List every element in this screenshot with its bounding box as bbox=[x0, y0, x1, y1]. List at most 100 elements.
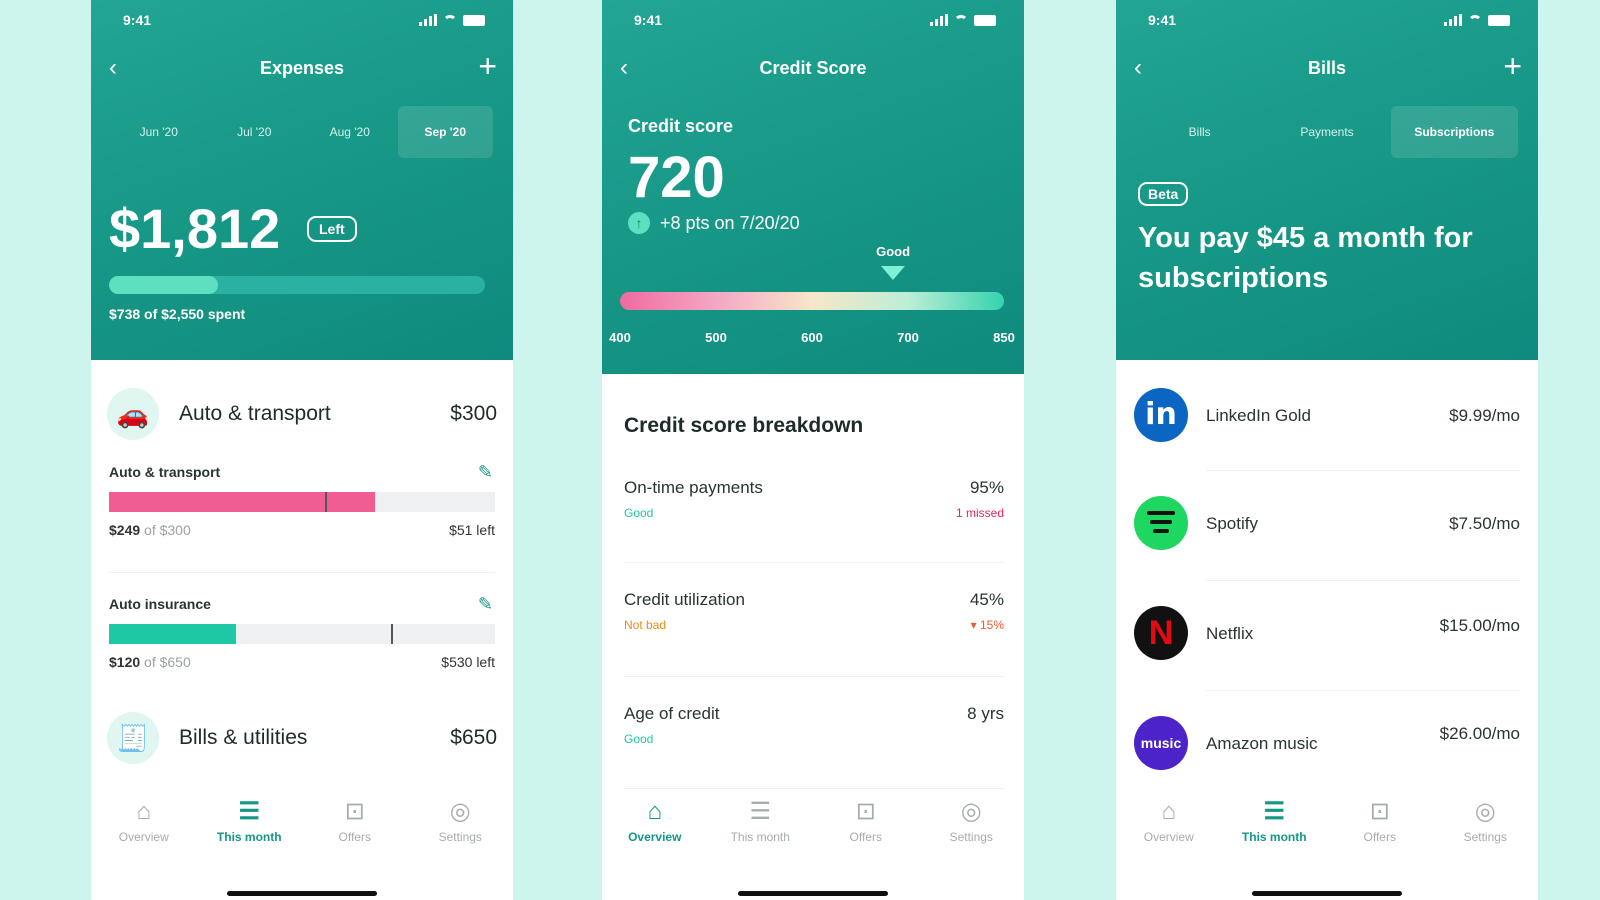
tab-month[interactable]: Jun '20 bbox=[111, 106, 207, 158]
breakdown-row[interactable]: Credit utilization 45% Not bad ▾ 15% bbox=[624, 590, 1004, 680]
battery-icon bbox=[463, 14, 485, 26]
tick-label: 600 bbox=[801, 330, 823, 345]
subcategory-spent: $120 of $650 bbox=[109, 654, 191, 670]
amazon-music-logo-icon: music bbox=[1134, 716, 1188, 770]
tab-this-month[interactable]: ☰ This month bbox=[1222, 798, 1328, 858]
bills-tabs: Bills Payments Subscriptions bbox=[1136, 106, 1518, 158]
home-indicator bbox=[227, 891, 377, 896]
home-icon: ⌂ bbox=[136, 798, 152, 825]
category-amount: $650 bbox=[450, 726, 497, 749]
budget-progress-bar bbox=[109, 276, 485, 294]
tab-label: Settings bbox=[949, 830, 993, 844]
divider bbox=[1206, 690, 1520, 691]
tab-month-selected[interactable]: Sep '20 bbox=[397, 106, 493, 158]
score-change: ↑ +8 pts on 7/20/20 bbox=[628, 212, 800, 234]
tab-label: Overview bbox=[628, 830, 682, 844]
month-tabs: Jun '20 Jul '20 Aug '20 Sep '20 bbox=[111, 106, 493, 158]
home-icon: ⌂ bbox=[1161, 798, 1177, 825]
breakdown-title: Credit score breakdown bbox=[624, 414, 864, 437]
home-indicator bbox=[1252, 891, 1402, 896]
tab-overview[interactable]: ⌂ Overview bbox=[602, 798, 708, 858]
add-icon[interactable]: + bbox=[1503, 48, 1522, 85]
tab-this-month[interactable]: ☰ This month bbox=[197, 798, 303, 858]
tab-payments[interactable]: Payments bbox=[1263, 106, 1390, 158]
budget-marker bbox=[325, 492, 328, 512]
bottom-tab-bar: ⌂ Overview ☰ This month ⊡ Offers ◎ Settings bbox=[1116, 798, 1538, 858]
battery-icon bbox=[974, 14, 996, 26]
linkedin-logo-icon: in bbox=[1134, 388, 1188, 442]
category-row[interactable]: 🧾 Bills & utilities $650 bbox=[107, 712, 497, 766]
nav-bar: ‹ Expenses + bbox=[91, 48, 513, 84]
subcategory-bar-fill bbox=[109, 624, 237, 644]
tab-offers[interactable]: ⊡ Offers bbox=[302, 798, 408, 858]
factor-name: On-time payments bbox=[624, 478, 763, 497]
expenses-screen: 9:41 ‹ Expenses + Jun '20 Jul '20 Aug '2… bbox=[91, 0, 513, 900]
add-icon[interactable]: + bbox=[478, 48, 497, 85]
divider bbox=[624, 676, 1004, 677]
arrow-up-icon: ↑ bbox=[628, 212, 650, 234]
status-icons bbox=[419, 14, 485, 26]
nav-bar: ‹ Credit Score bbox=[602, 52, 1024, 82]
bills-screen: 9:41 ‹ Bills + Bills Payments Subscripti… bbox=[1116, 0, 1538, 900]
breakdown-row[interactable]: Age of credit 8 yrs Good bbox=[624, 704, 1004, 794]
factor-grade: Not bad bbox=[624, 618, 667, 632]
tab-bills[interactable]: Bills bbox=[1136, 106, 1263, 158]
tab-overview[interactable]: ⌂ Overview bbox=[91, 798, 197, 858]
factor-grade: Good bbox=[624, 732, 654, 746]
subscriptions-headline: You pay $45 a month for subscriptions bbox=[1138, 222, 1473, 294]
factor-name: Credit utilization bbox=[624, 590, 745, 609]
tab-settings[interactable]: ◎ Settings bbox=[1433, 798, 1539, 858]
spotify-waves bbox=[1146, 511, 1176, 535]
category-amount: $300 bbox=[450, 402, 497, 425]
category-name: Bills & utilities bbox=[179, 726, 308, 749]
subscription-row[interactable]: music Amazon music $26.00/mo bbox=[1134, 716, 1520, 776]
subscription-row[interactable]: Spotify $7.50/mo bbox=[1134, 496, 1520, 556]
home-indicator bbox=[738, 891, 888, 896]
tick-label: 700 bbox=[897, 330, 919, 345]
settings-icon: ◎ bbox=[449, 798, 471, 825]
subscription-row[interactable]: in LinkedIn Gold $9.99/mo bbox=[1134, 388, 1520, 448]
status-bar: 9:41 bbox=[123, 12, 485, 28]
status-icons bbox=[930, 14, 996, 26]
left-badge: Left bbox=[307, 216, 357, 242]
tab-subscriptions[interactable]: Subscriptions bbox=[1390, 106, 1518, 158]
bottom-tab-bar: ⌂ Overview ☰ This month ⊡ Offers ◎ Settings bbox=[602, 798, 1024, 858]
tab-overview[interactable]: ⌂ Overview bbox=[1116, 798, 1222, 858]
edit-pencil-icon[interactable]: ✎ bbox=[478, 462, 493, 483]
tab-label: This month bbox=[730, 830, 790, 844]
status-time: 9:41 bbox=[634, 12, 663, 28]
category-row[interactable]: 🚗 Auto & transport $300 bbox=[107, 388, 497, 442]
tab-settings[interactable]: ◎ Settings bbox=[408, 798, 514, 858]
subscription-price: $7.50/mo bbox=[1449, 514, 1520, 533]
beta-badge: Beta bbox=[1138, 182, 1189, 206]
stack-icon: ☰ bbox=[749, 798, 771, 825]
wifi-icon bbox=[1468, 15, 1482, 25]
tab-month[interactable]: Aug '20 bbox=[302, 106, 398, 158]
wifi-icon bbox=[954, 15, 968, 25]
subscription-row[interactable]: N Netflix $15.00/mo bbox=[1134, 606, 1520, 666]
subcategory-bar-fill bbox=[109, 492, 376, 512]
tab-label: Overview bbox=[1143, 830, 1194, 844]
tab-offers[interactable]: ⊡ Offers bbox=[1327, 798, 1433, 858]
settings-icon: ◎ bbox=[1474, 798, 1496, 825]
factor-value: 45% bbox=[969, 590, 1004, 609]
tab-label: This month bbox=[216, 830, 282, 844]
factor-note: ▾ 15% bbox=[970, 618, 1004, 632]
wifi-icon bbox=[443, 15, 457, 25]
credit-score-screen: 9:41 ‹ Credit Score Credit score 720 ↑ +… bbox=[602, 0, 1024, 900]
tab-this-month[interactable]: ☰ This month bbox=[708, 798, 814, 858]
signal-icon bbox=[1444, 14, 1462, 26]
factor-name: Age of credit bbox=[624, 704, 720, 723]
spent-value: $120 bbox=[109, 654, 141, 670]
stack-icon: ☰ bbox=[1263, 798, 1285, 825]
page-title: Expenses bbox=[259, 58, 345, 78]
tab-settings[interactable]: ◎ Settings bbox=[919, 798, 1025, 858]
of-total: of $650 bbox=[144, 654, 191, 670]
tab-month[interactable]: Jul '20 bbox=[207, 106, 303, 158]
tab-offers[interactable]: ⊡ Offers bbox=[813, 798, 919, 858]
status-time: 9:41 bbox=[123, 12, 152, 28]
signal-icon bbox=[930, 14, 948, 26]
subcategory-label: Auto insurance bbox=[109, 596, 211, 612]
breakdown-row[interactable]: On-time payments 95% Good 1 missed bbox=[624, 478, 1004, 568]
edit-pencil-icon[interactable]: ✎ bbox=[478, 594, 493, 615]
